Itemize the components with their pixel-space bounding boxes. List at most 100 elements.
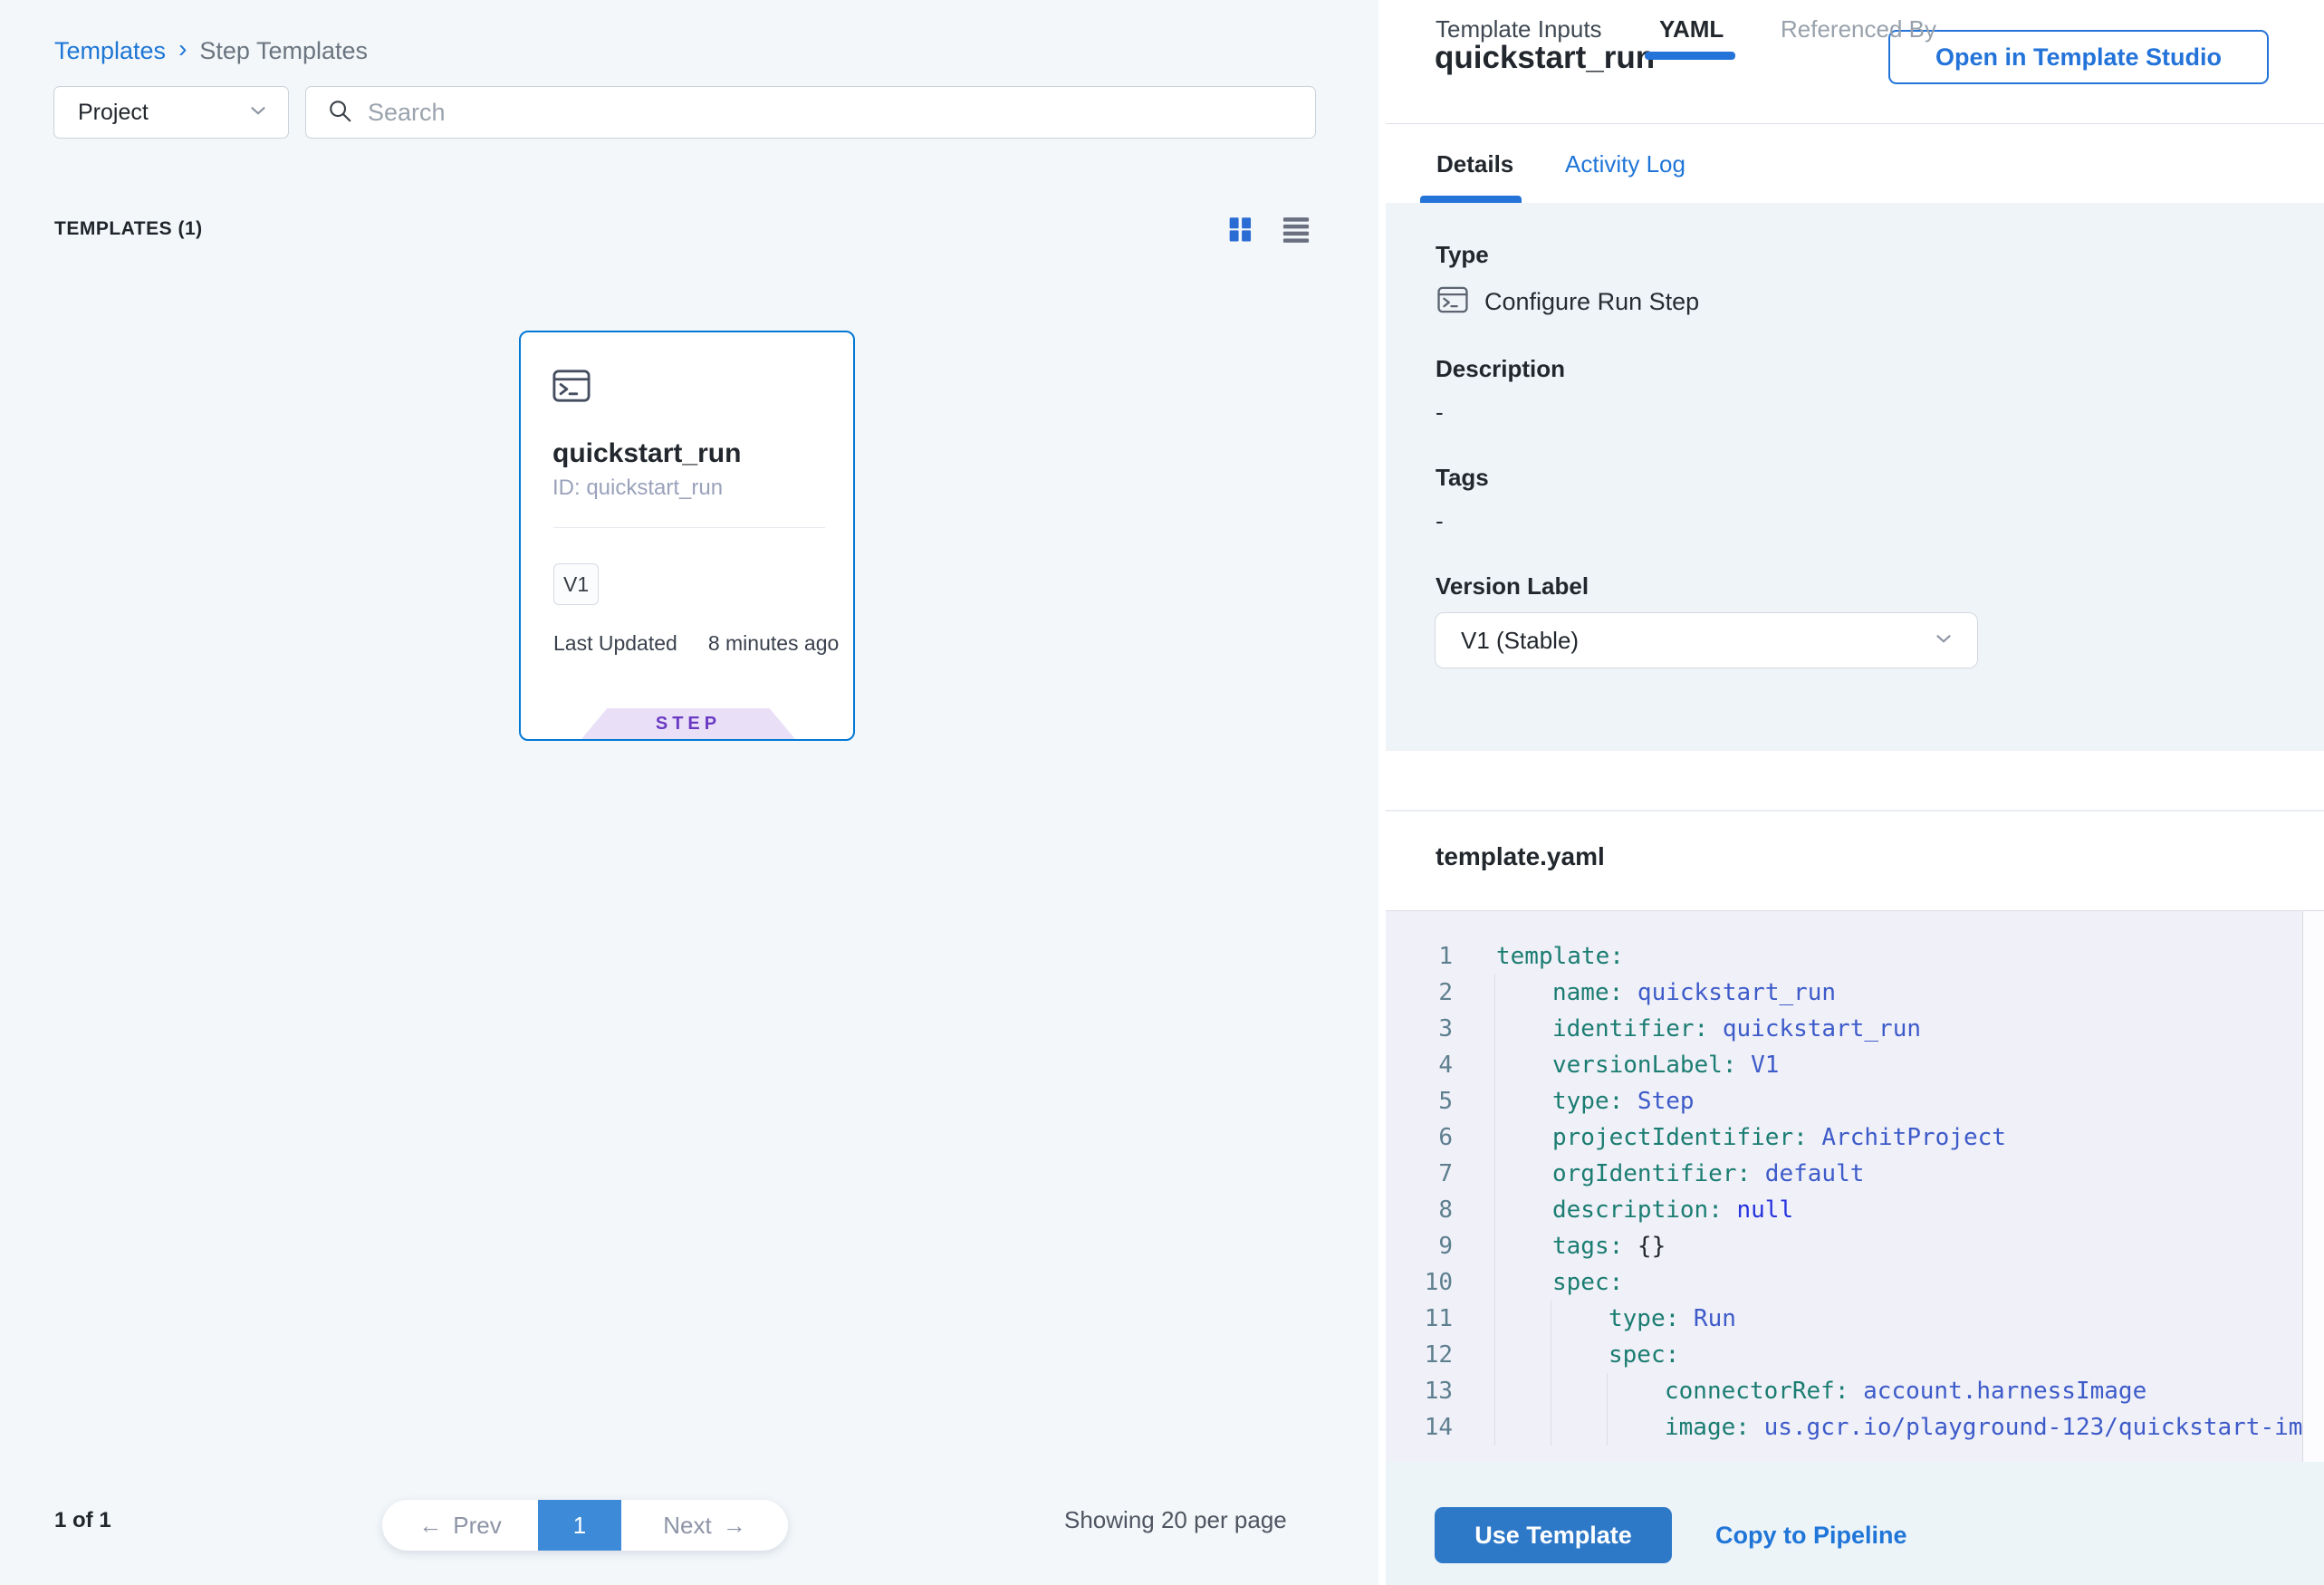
line-number: 7 — [1386, 1156, 1473, 1192]
code-scrollbar[interactable] — [2302, 911, 2324, 1462]
breadcrumb-templates-link[interactable]: Templates — [54, 37, 166, 65]
indent-guide — [1494, 1083, 1551, 1119]
line-number: 14 — [1386, 1409, 1473, 1446]
last-updated-value: 8 minutes ago — [708, 631, 839, 656]
active-tab-indicator — [1420, 196, 1522, 203]
indent-guide — [1494, 1409, 1551, 1446]
line-number: 4 — [1386, 1047, 1473, 1083]
search-icon — [326, 97, 353, 129]
template-details-panel: quickstart_run Open in Template Studio D… — [1386, 0, 2324, 1585]
code-line-8: 8description: null — [1386, 1192, 2324, 1228]
list-view-icon[interactable] — [1281, 216, 1311, 244]
tags-value: - — [1436, 507, 1444, 535]
terminal-window-icon — [551, 367, 592, 409]
code-line-14: 14image: us.gcr.io/playground-123/quicks… — [1386, 1409, 2324, 1446]
code-line-13: 13connectorRef: account.harnessImage — [1386, 1373, 2324, 1409]
pagination: ← Prev 1 Next → — [382, 1500, 788, 1551]
terminal-window-icon — [1436, 284, 1470, 320]
indent-guide — [1494, 1192, 1551, 1228]
indent-guide — [1494, 975, 1551, 1011]
description-value: - — [1436, 399, 1444, 427]
tab-details[interactable]: Details — [1436, 150, 1513, 178]
tab-yaml[interactable]: YAML — [1659, 15, 1724, 43]
code-line-2: 2name: quickstart_run — [1386, 975, 2324, 1011]
indent-guide — [1551, 1301, 1607, 1337]
code-line-4: 4versionLabel: V1 — [1386, 1047, 2324, 1083]
line-number: 11 — [1386, 1301, 1473, 1337]
open-in-template-studio-button[interactable]: Open in Template Studio — [1888, 30, 2269, 84]
code-line-12: 12spec: — [1386, 1337, 2324, 1373]
chevron-down-icon — [246, 99, 270, 127]
subtab-row — [1386, 750, 2324, 810]
indent-guide — [1494, 1264, 1551, 1301]
panel-divider — [1378, 0, 1386, 1585]
use-template-button[interactable]: Use Template — [1435, 1507, 1672, 1563]
page-size-text: Showing 20 per page — [1064, 1506, 1287, 1534]
code-line-1: 1template: — [1386, 938, 2324, 975]
next-label: Next — [663, 1512, 711, 1540]
indent-guide — [1551, 1373, 1607, 1409]
code-line-7: 7orgIdentifier: default — [1386, 1156, 2324, 1192]
indent-guide — [1494, 1373, 1551, 1409]
card-title: quickstart_run — [552, 438, 741, 469]
search-input[interactable] — [368, 99, 1295, 127]
grid-view-icon[interactable] — [1224, 214, 1255, 245]
version-select-value: V1 (Stable) — [1461, 627, 1932, 655]
version-label: Version Label — [1436, 572, 1589, 600]
type-label: Type — [1436, 241, 1489, 269]
tab-referenced-by[interactable]: Referenced By — [1781, 15, 1936, 43]
indent-guide — [1607, 1409, 1663, 1446]
code-line-5: 5type: Step — [1386, 1083, 2324, 1119]
indent-guide — [1551, 1337, 1607, 1373]
page-summary: 1 of 1 — [54, 1508, 111, 1533]
breadcrumb-current: Step Templates — [199, 37, 368, 65]
line-number: 6 — [1386, 1119, 1473, 1156]
templates-list-panel: Templates › Step Templates Project TEMPL… — [0, 0, 1378, 1585]
tab-template-inputs[interactable]: Template Inputs — [1436, 15, 1602, 43]
line-number: 9 — [1386, 1228, 1473, 1264]
card-last-updated: Last Updated 8 minutes ago — [553, 631, 839, 656]
left-arrow-icon: ← — [418, 1512, 442, 1540]
card-step-badge: STEP — [581, 708, 795, 739]
code-line-9: 9tags: {} — [1386, 1228, 2324, 1264]
indent-guide — [1494, 1337, 1551, 1373]
details-panel-title: quickstart_run — [1435, 40, 1655, 76]
line-number: 10 — [1386, 1264, 1473, 1301]
indent-guide — [1494, 1011, 1551, 1047]
copy-to-pipeline-link[interactable]: Copy to Pipeline — [1715, 1522, 1907, 1550]
indent-guide — [1494, 1301, 1551, 1337]
yaml-code: 1template:2name: quickstart_run3identifi… — [1386, 911, 2324, 1462]
prev-label: Prev — [453, 1512, 501, 1540]
indent-guide — [1551, 1409, 1607, 1446]
header-divider — [1386, 123, 2324, 124]
line-number: 12 — [1386, 1337, 1473, 1373]
indent-guide — [1494, 1119, 1551, 1156]
indent-guide — [1607, 1373, 1663, 1409]
line-number: 1 — [1386, 938, 1473, 975]
yaml-filename-row: template.yaml — [1386, 812, 2324, 911]
code-line-10: 10spec: — [1386, 1264, 2324, 1301]
right-arrow-icon: → — [723, 1512, 746, 1540]
card-id: ID: quickstart_run — [552, 476, 723, 501]
template-card[interactable]: quickstart_run ID: quickstart_run V1 Las… — [519, 331, 855, 741]
last-updated-label: Last Updated — [553, 631, 677, 656]
tags-label: Tags — [1436, 464, 1489, 492]
next-page-button[interactable]: Next → — [621, 1500, 788, 1551]
tab-activity-log[interactable]: Activity Log — [1565, 150, 1685, 178]
page-number-button[interactable]: 1 — [538, 1500, 621, 1551]
breadcrumb: Templates › Step Templates — [54, 36, 368, 65]
indent-guide — [1494, 1156, 1551, 1192]
active-subtab-indicator — [1645, 52, 1735, 60]
prev-page-button[interactable]: ← Prev — [382, 1500, 538, 1551]
line-number: 3 — [1386, 1011, 1473, 1047]
version-select[interactable]: V1 (Stable) — [1435, 612, 1978, 668]
indent-guide — [1494, 1228, 1551, 1264]
scope-select-value: Project — [78, 100, 246, 126]
card-version-badge: V1 — [553, 563, 599, 605]
templates-count-label: TEMPLATES (1) — [54, 218, 203, 240]
description-label: Description — [1436, 355, 1565, 383]
scope-select[interactable]: Project — [53, 86, 289, 139]
search-box — [305, 86, 1316, 139]
yaml-filename: template.yaml — [1436, 842, 1605, 871]
type-value-row: Configure Run Step — [1436, 284, 1699, 320]
